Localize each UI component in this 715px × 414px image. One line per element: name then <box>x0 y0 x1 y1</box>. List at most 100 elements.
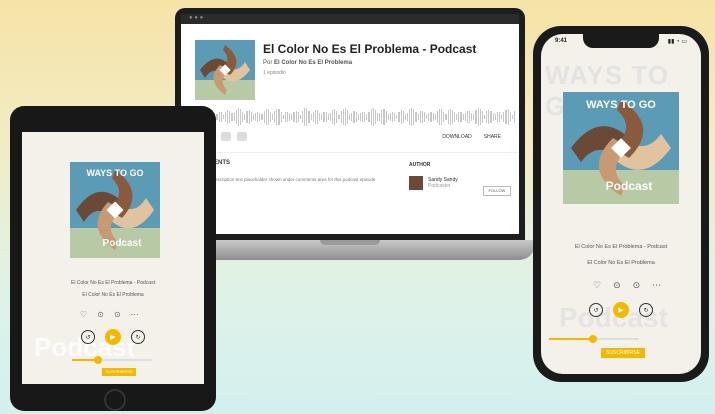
cover-brand-text: Podcast <box>606 179 653 193</box>
waveform-bar <box>248 110 250 124</box>
download-icon[interactable]: ⊙ <box>97 310 104 319</box>
progress-slider[interactable] <box>72 356 152 364</box>
waveform-bar <box>389 113 391 121</box>
download-button[interactable]: DOWNLOAD <box>442 134 471 140</box>
waveform-bar <box>415 112 417 122</box>
share-button[interactable]: SHARE <box>484 134 501 140</box>
waveform-bar <box>396 114 398 120</box>
waveform-bar <box>379 112 381 122</box>
waveform-bar <box>327 114 329 120</box>
waveform-bar <box>276 108 278 126</box>
heart-icon[interactable]: ♡ <box>80 310 87 319</box>
progress-slider[interactable] <box>549 335 639 343</box>
download-icon[interactable]: ⊙ <box>613 280 621 291</box>
subscribe-button[interactable]: SUSCRIBIRSE <box>102 368 136 376</box>
waveform-bar <box>473 113 475 121</box>
waveform-bar <box>368 112 370 122</box>
tablet-screen: WAYS TO GO Podcast El Color No Es El Pro… <box>22 132 204 384</box>
waveform-bar <box>483 114 486 120</box>
home-button[interactable] <box>104 389 126 411</box>
author-avatar <box>409 176 423 190</box>
episode-meta: 1 episodio <box>263 70 286 76</box>
waveform-bar <box>267 109 269 125</box>
share-icon[interactable]: ⊙ <box>114 310 121 319</box>
waveform-bar <box>370 109 372 125</box>
play-button[interactable]: ▶ <box>613 302 629 318</box>
waveform-bar <box>222 114 224 120</box>
waveform-bar <box>317 110 319 124</box>
waveform-bar <box>280 111 282 123</box>
waveform-bar <box>398 111 400 123</box>
waveform-bar <box>351 112 353 122</box>
subscribe-button[interactable]: SUSCRIBIRSE <box>601 348 645 358</box>
forward-button[interactable] <box>237 132 247 141</box>
play-button[interactable]: ▶ <box>105 329 121 345</box>
waveform-bar <box>252 114 254 120</box>
rewind-icon[interactable]: ↺ <box>81 330 95 344</box>
share-icon[interactable]: ⊙ <box>633 280 641 291</box>
waveform-bar <box>346 110 349 124</box>
more-icon[interactable]: ⋯ <box>652 280 661 291</box>
waveform-bar <box>404 113 406 121</box>
waveform-bar <box>295 110 297 124</box>
podcast-cover-image: WAYS TO GO Podcast <box>70 162 160 258</box>
progress-knob[interactable] <box>94 356 102 364</box>
waveform-bar <box>319 112 321 122</box>
episode-title: El Color No Es El Problema - Podcast <box>71 280 155 286</box>
waveform-bar <box>359 113 361 121</box>
episode-subtitle: El Color No Es El Problema <box>587 260 655 266</box>
waveform-bar <box>289 113 291 121</box>
waveform-bar <box>383 109 385 125</box>
waveform-bar <box>441 109 443 125</box>
waveform-bar <box>486 111 488 123</box>
waveform-bar <box>479 108 481 126</box>
waveform-bar <box>284 112 287 122</box>
waveform-bar <box>419 111 421 123</box>
rewind-icon[interactable]: ↺ <box>589 303 603 317</box>
waveform-bar <box>385 110 387 124</box>
rewind-button[interactable] <box>221 132 231 141</box>
action-icons: ♡ ⊙ ⊙ ⋯ <box>80 310 139 319</box>
waveform-bar <box>475 110 477 124</box>
waveform-bar <box>357 113 359 121</box>
waveform-bar <box>229 110 231 124</box>
waveform-bar <box>471 112 473 122</box>
progress-knob[interactable] <box>589 335 597 343</box>
more-icon[interactable]: ⋯ <box>131 310 139 319</box>
waveform-bar <box>323 112 325 122</box>
waveform-bar <box>338 114 340 120</box>
waveform-bar <box>353 111 355 123</box>
author-card[interactable]: Sandy Sandy Podcaster <box>409 176 458 190</box>
progress-fill <box>72 359 96 361</box>
waveform-bar <box>426 114 428 120</box>
waveform-bar <box>304 108 306 126</box>
waveform-bar <box>439 108 441 126</box>
waveform-bar <box>355 111 357 123</box>
waveform-bar <box>263 111 265 123</box>
waveform-bar <box>432 113 434 121</box>
forward-icon[interactable]: ↻ <box>131 330 145 344</box>
waveform-bar <box>454 112 456 122</box>
waveform-bar <box>336 111 338 123</box>
episode-title: El Color No Es El Problema - Podcast <box>263 42 477 56</box>
window-controls-icon[interactable]: ● ● ● <box>189 15 203 21</box>
audio-waveform[interactable] <box>195 108 516 126</box>
waveform-bar <box>269 111 272 123</box>
waveform-bar <box>299 114 302 120</box>
follow-button[interactable]: FOLLOW <box>483 186 511 196</box>
waveform-bar <box>460 111 462 123</box>
waveform-bar <box>492 113 494 121</box>
forward-icon[interactable]: ↻ <box>639 303 653 317</box>
waveform-bar <box>421 110 424 124</box>
waveform-bar <box>464 113 466 121</box>
waveform-bar <box>257 111 259 123</box>
waveform-bar <box>445 113 447 121</box>
laptop-notch <box>320 240 380 245</box>
waveform-bar <box>402 110 404 124</box>
laptop-screen: ● ● ● El Color No Es El Problema - Podca… <box>181 14 519 234</box>
waveform-bar <box>293 111 295 123</box>
waveform-bar <box>447 110 449 124</box>
heart-icon[interactable]: ♡ <box>593 280 601 291</box>
waveform-bar <box>349 113 351 121</box>
waveform-bar <box>376 113 379 121</box>
